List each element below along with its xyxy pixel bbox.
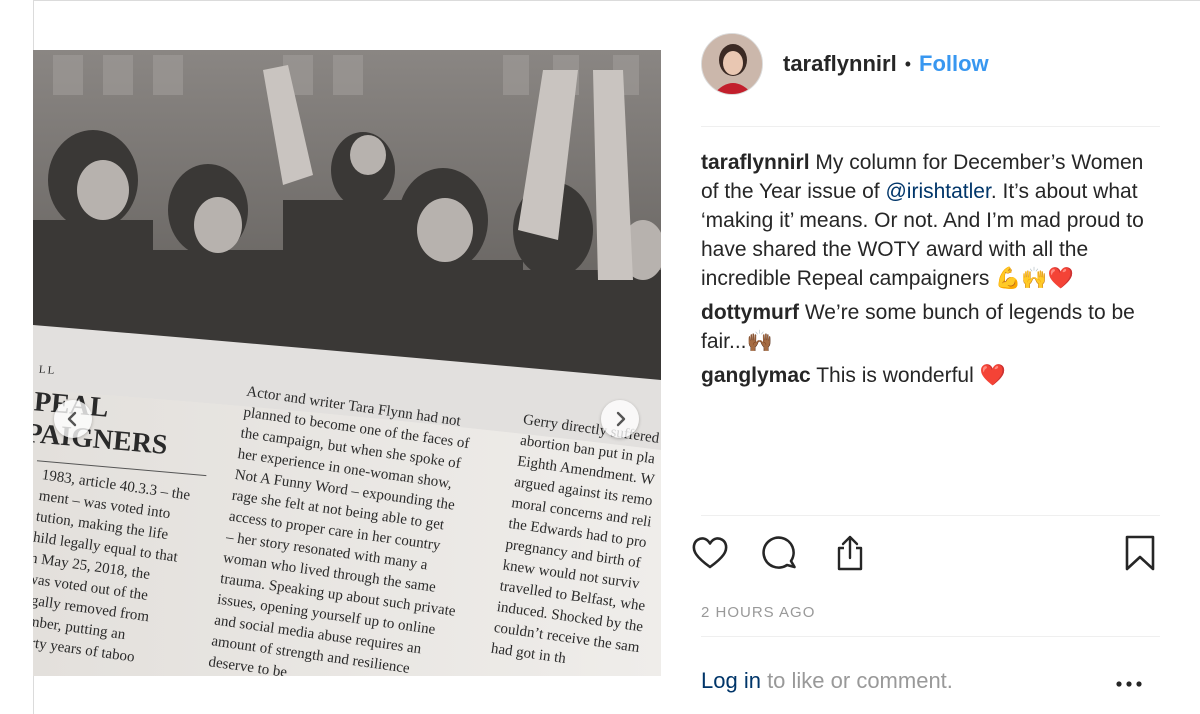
mention-link[interactable]: @irishtatler <box>885 180 990 203</box>
header-divider <box>701 126 1160 127</box>
post-media[interactable]: PEAL PAIGNERS LL 1983, article 40.3.3 – … <box>33 50 661 676</box>
post-timestamp[interactable]: 2 HOURS AGO <box>701 604 815 621</box>
emoji: 🙌🏾 <box>746 329 773 353</box>
login-prompt-text: to like or comment. <box>760 668 953 693</box>
chevron-left-icon <box>67 411 77 427</box>
carousel-prev-button[interactable] <box>54 400 92 438</box>
more-icon[interactable] <box>1116 681 1142 687</box>
heart-icon <box>692 537 728 569</box>
carousel-next-button[interactable] <box>601 400 639 438</box>
footer-divider <box>701 636 1160 637</box>
follow-button[interactable]: Follow <box>919 51 989 77</box>
comment-username[interactable]: ganglymac <box>701 364 811 387</box>
bookmark-icon <box>1125 535 1155 571</box>
login-link[interactable]: Log in <box>701 668 761 693</box>
post-panel: taraflynnirl • Follow taraflynnirl My co… <box>661 0 1200 714</box>
comment-icon <box>762 536 796 569</box>
comment: ganglymac This is wonderful ❤️ <box>701 361 1157 390</box>
chevron-right-icon <box>616 411 626 427</box>
save-button[interactable] <box>1121 534 1159 572</box>
action-bar <box>692 534 1161 574</box>
avatar[interactable] <box>701 33 763 95</box>
share-icon <box>837 535 863 571</box>
emoji: ❤️ <box>979 363 1006 387</box>
comment-caption: taraflynnirl My column for December’s Wo… <box>701 148 1157 293</box>
share-button[interactable] <box>831 534 869 572</box>
actions-divider <box>701 515 1160 516</box>
comment-text: This is wonderful <box>816 364 980 387</box>
comment-username[interactable]: taraflynnirl <box>701 151 810 174</box>
emoji: 💪🙌❤️ <box>995 266 1074 290</box>
comment-button[interactable] <box>761 534 799 572</box>
avatar-image <box>702 34 762 94</box>
comments-list: taraflynnirl My column for December’s Wo… <box>701 148 1157 395</box>
post-photo: PEAL PAIGNERS LL 1983, article 40.3.3 – … <box>33 50 661 676</box>
comment-username[interactable]: dottymurf <box>701 301 799 324</box>
comment: dottymurf We’re some bunch of legends to… <box>701 298 1157 356</box>
magazine-kicker: LL <box>38 364 56 377</box>
like-button[interactable] <box>691 534 729 572</box>
login-prompt: Log in to like or comment. <box>701 668 1161 694</box>
post-header: taraflynnirl • Follow <box>701 32 989 96</box>
header-separator: • <box>904 53 912 74</box>
post-author-username[interactable]: taraflynnirl <box>783 51 897 77</box>
